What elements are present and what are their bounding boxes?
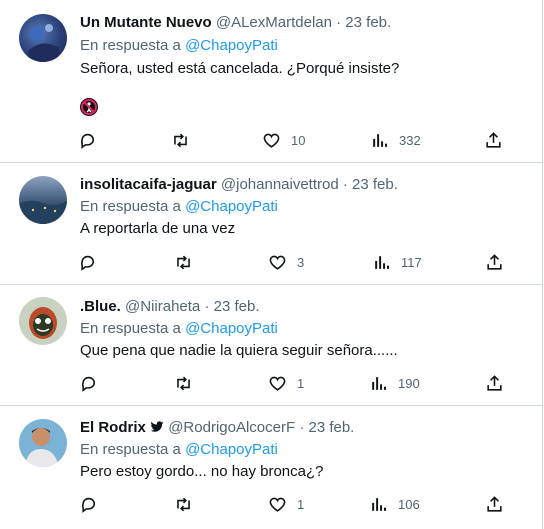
retweet-icon (177, 255, 190, 269)
views-button[interactable]: 117 (372, 250, 422, 274)
reply-to-link[interactable]: @ChapoyPati (185, 320, 278, 337)
no-entry-emoji (80, 98, 98, 116)
retweet-button[interactable] (174, 250, 193, 274)
like-button[interactable]: 3 (268, 250, 304, 274)
avatar[interactable] (19, 14, 67, 62)
retweet-button[interactable] (174, 371, 193, 395)
tweet-date[interactable]: · 23 feb. (204, 298, 259, 315)
share-button[interactable] (485, 492, 504, 516)
share-icon (487, 253, 502, 270)
reply-to-link[interactable]: @ChapoyPati (185, 37, 278, 54)
reply-tweet[interactable]: El Rodrix @RodrigoAlcocerF · 23 feb. En … (0, 406, 543, 529)
retweet-button[interactable] (171, 128, 190, 152)
reply-to-link[interactable]: @ChapoyPati (185, 441, 278, 458)
replying-label: En respuesta a (80, 441, 181, 458)
like-count: 10 (291, 132, 306, 148)
like-count: 1 (297, 375, 305, 391)
tweet-date[interactable]: · 23 feb. (343, 176, 398, 193)
bird-icon (150, 421, 164, 432)
view-count: 106 (398, 496, 420, 512)
retweet-button[interactable] (174, 492, 193, 516)
author-name[interactable]: insolitacaifa-jaguar (80, 176, 217, 193)
reply-icon (81, 376, 96, 392)
heart-icon (269, 497, 286, 512)
like-count: 1 (297, 496, 305, 512)
views-button[interactable]: 332 (370, 128, 421, 152)
share-icon (487, 495, 502, 512)
heart-icon (263, 133, 280, 148)
reply-button[interactable] (79, 128, 98, 152)
views-button[interactable]: 190 (369, 371, 420, 395)
views-icon (372, 376, 387, 390)
tweet-text: Que pena que nadie la quiera seguir seño… (80, 342, 398, 359)
heart-icon (269, 255, 286, 270)
share-icon (487, 374, 502, 391)
action-bar: 1 190 (72, 371, 512, 395)
reply-button[interactable] (79, 250, 98, 274)
action-bar: 1 106 (72, 492, 512, 516)
views-icon (373, 133, 388, 147)
author-name[interactable]: .Blue. (80, 298, 121, 315)
share-button[interactable] (484, 128, 503, 152)
avatar[interactable] (19, 419, 67, 467)
like-button[interactable]: 1 (268, 492, 304, 516)
reply-icon (81, 497, 96, 513)
replying-label: En respuesta a (80, 198, 181, 215)
views-button[interactable]: 106 (369, 492, 420, 516)
tweet-date[interactable]: · 23 feb. (336, 14, 391, 31)
author-name[interactable]: El Rodrix (80, 419, 146, 436)
reply-list: Un Mutante Nuevo @ALexMartdelan · 23 feb… (0, 0, 543, 529)
reply-button[interactable] (80, 492, 99, 516)
heart-icon (269, 376, 286, 391)
avatar[interactable] (19, 176, 67, 224)
action-bar: 10 332 (72, 128, 512, 152)
reply-button[interactable] (80, 371, 99, 395)
reply-icon (80, 255, 95, 271)
author-handle[interactable]: @RodrigoAlcocerF (168, 419, 295, 436)
tweet-date[interactable]: · 23 feb. (299, 419, 354, 436)
tweet-text: Pero estoy gordo... no hay bronca¿? (80, 463, 324, 480)
like-count: 3 (297, 254, 305, 270)
reply-tweet[interactable]: Un Mutante Nuevo @ALexMartdelan · 23 feb… (0, 0, 543, 163)
reply-icon (80, 133, 95, 149)
share-button[interactable] (485, 371, 504, 395)
retweet-icon (174, 133, 187, 147)
reply-to-link[interactable]: @ChapoyPati (185, 198, 278, 215)
tweet-text: A reportarla de una vez (80, 220, 236, 237)
author-handle[interactable]: @Niiraheta (125, 298, 200, 315)
retweet-icon (177, 376, 190, 390)
share-icon (486, 131, 501, 148)
view-count: 117 (401, 254, 422, 270)
reply-tweet[interactable]: insolitacaifa-jaguar @johannaivettrod · … (0, 163, 543, 285)
view-count: 190 (398, 375, 420, 391)
author-handle[interactable]: @ALexMartdelan (216, 14, 332, 31)
views-icon (375, 255, 390, 269)
author-name[interactable]: Un Mutante Nuevo (80, 14, 212, 31)
tweet-text: Señora, usted está cancelada. ¿Porqué in… (80, 60, 400, 77)
replying-label: En respuesta a (80, 37, 181, 54)
avatar[interactable] (19, 297, 67, 345)
share-button[interactable] (485, 250, 504, 274)
like-button[interactable]: 1 (268, 371, 304, 395)
reply-tweet[interactable]: .Blue. @Niiraheta · 23 feb. En respuesta… (0, 285, 543, 406)
author-handle[interactable]: @johannaivettrod (221, 176, 339, 193)
replying-label: En respuesta a (80, 320, 181, 337)
retweet-icon (177, 497, 190, 511)
action-bar: 3 117 (72, 250, 512, 274)
view-count: 332 (399, 132, 421, 148)
like-button[interactable]: 10 (262, 128, 305, 152)
views-icon (372, 497, 387, 511)
